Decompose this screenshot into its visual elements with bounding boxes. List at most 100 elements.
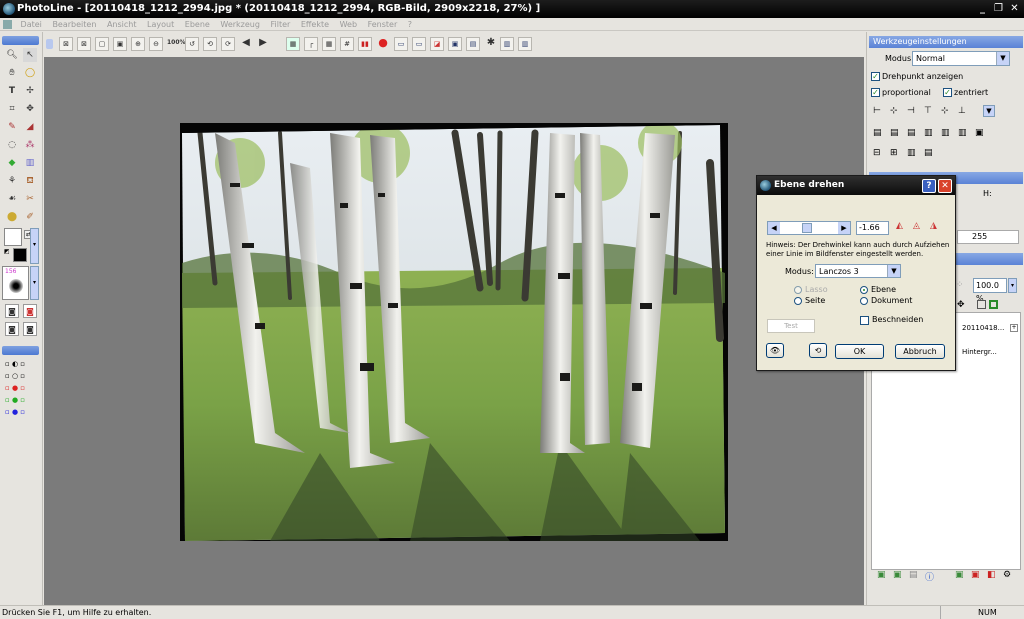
minimize-button[interactable]: _ bbox=[975, 2, 990, 16]
clone-tool-icon[interactable]: ⚘ bbox=[5, 174, 19, 188]
layer-expand-icon[interactable]: + bbox=[1010, 324, 1018, 332]
align-top-icon[interactable]: ⊤ bbox=[924, 106, 932, 116]
back-arrow-icon[interactable]: ◀ bbox=[239, 37, 253, 51]
slider-green[interactable]: ▫ ● ▫ bbox=[5, 396, 25, 404]
ebene-radio[interactable] bbox=[860, 286, 868, 294]
layer-mask-icon[interactable] bbox=[977, 300, 986, 309]
distribute-4-icon[interactable]: ▥ bbox=[924, 128, 933, 138]
menu-help[interactable]: ? bbox=[404, 18, 416, 31]
layer-info-icon[interactable]: ⓘ bbox=[925, 570, 934, 583]
slideshow-icon[interactable]: ▣ bbox=[448, 37, 462, 51]
menu-ansicht[interactable]: Ansicht bbox=[103, 18, 141, 31]
sponge-tool-icon[interactable]: ⬤ bbox=[5, 210, 19, 224]
proportional-checkbox[interactable]: ✓ bbox=[871, 88, 880, 97]
color-picker-icon[interactable]: ◆ bbox=[5, 156, 19, 170]
modus-select[interactable]: Normal ▼ bbox=[912, 51, 1010, 66]
menu-bearbeiten[interactable]: Bearbeiten bbox=[48, 18, 100, 31]
zoom-out-icon[interactable]: ⊖ bbox=[149, 37, 163, 51]
ok-button[interactable]: OK bbox=[835, 344, 884, 359]
pencil-tool-icon[interactable]: ✐ bbox=[23, 210, 37, 224]
layer-icon[interactable]: ▦ bbox=[286, 37, 300, 51]
ruler-icon[interactable]: ┌ bbox=[304, 37, 318, 51]
tools-panel-header[interactable] bbox=[2, 36, 39, 45]
interpolation-select[interactable]: Lanczos 3 ▼ bbox=[815, 264, 901, 278]
display-icon[interactable]: ▭ bbox=[412, 37, 426, 51]
align-right-icon[interactable]: ⊣ bbox=[907, 106, 915, 116]
preview-icon[interactable]: ▤ bbox=[466, 37, 480, 51]
mask-mode-icon[interactable]: ◙ bbox=[5, 304, 19, 318]
rotate-ccw-icon[interactable]: ◭ bbox=[896, 221, 903, 231]
forward-arrow-icon[interactable]: ▶ bbox=[256, 37, 270, 51]
dokument-radio[interactable] bbox=[860, 297, 868, 305]
slider-red[interactable]: ▫ ● ▫ bbox=[5, 384, 25, 392]
dialog-close-button[interactable]: ✕ bbox=[938, 179, 952, 193]
transform-tool-icon[interactable]: ✢ bbox=[23, 84, 37, 98]
seite-radio[interactable] bbox=[794, 297, 802, 305]
opacity-dropdown-icon[interactable]: ▾ bbox=[1008, 278, 1017, 293]
export-icon[interactable]: ▥ bbox=[518, 37, 532, 51]
text-tool-icon[interactable]: T bbox=[5, 84, 19, 98]
color-drops-icon[interactable]: ● bbox=[376, 37, 390, 51]
slider-row-2[interactable]: ▫ ○ ▫ bbox=[5, 372, 25, 380]
align-left-icon[interactable]: ⊢ bbox=[873, 106, 881, 116]
rotate-right-icon[interactable]: ⟳ bbox=[221, 37, 235, 51]
angle-input[interactable]: -1.66 bbox=[856, 221, 889, 235]
distribute-1-icon[interactable]: ▤ bbox=[873, 128, 882, 138]
brush-tool-icon[interactable]: ✎ bbox=[5, 120, 19, 134]
slider-blue[interactable]: ▫ ● ▫ bbox=[5, 408, 25, 416]
layer-effect-icon[interactable]: ▣ bbox=[971, 570, 980, 580]
menu-ebene[interactable]: Ebene bbox=[181, 18, 214, 31]
foreground-color-swatch[interactable] bbox=[4, 228, 22, 246]
new-layer-icon[interactable]: ▣ bbox=[877, 570, 886, 580]
background-color-swatch[interactable] bbox=[13, 248, 27, 262]
menu-datei[interactable]: Datei bbox=[17, 18, 46, 31]
help-button[interactable]: ? bbox=[922, 179, 936, 193]
rotate-free-icon[interactable]: ↺ bbox=[185, 37, 199, 51]
distribute-3-icon[interactable]: ▤ bbox=[907, 128, 916, 138]
menu-effekte[interactable]: Effekte bbox=[297, 18, 333, 31]
menu-werkzeug[interactable]: Werkzeug bbox=[216, 18, 264, 31]
slider-thumb[interactable] bbox=[802, 223, 812, 233]
fill-tool-icon[interactable]: ⛾ bbox=[23, 174, 37, 188]
preview-eye-icon[interactable]: 👁︎ bbox=[766, 343, 784, 358]
slider-left-arrow-icon[interactable]: ◀ bbox=[768, 222, 780, 234]
layer-row[interactable]: 20110418... + bbox=[960, 317, 1020, 339]
angle-slider[interactable]: ◀ ▶ bbox=[767, 221, 851, 235]
hand-tool-icon[interactable]: ✋︎ bbox=[5, 66, 19, 80]
rotate-cw-icon[interactable]: ◮ bbox=[930, 221, 937, 231]
menu-filter[interactable]: Filter bbox=[266, 18, 294, 31]
layer-frame-icon[interactable] bbox=[989, 300, 998, 309]
magic-wand-icon[interactable]: ⁂ bbox=[23, 138, 37, 152]
close-button[interactable]: ✕ bbox=[1007, 2, 1022, 16]
opacity-field[interactable]: 100.0 % bbox=[973, 278, 1007, 303]
layer-adjust-icon[interactable]: ◧ bbox=[987, 570, 996, 580]
distribute-6-icon[interactable]: ▥ bbox=[958, 128, 967, 138]
close-all-icon[interactable]: ⊠ bbox=[77, 37, 91, 51]
ellipse-tool-icon[interactable]: ◯ bbox=[23, 66, 37, 80]
opacity-dial-icon[interactable]: ⁘ bbox=[956, 280, 964, 290]
align-center-h-icon[interactable]: ⊹ bbox=[890, 106, 898, 116]
distribute-5-icon[interactable]: ▥ bbox=[941, 128, 950, 138]
menu-layout[interactable]: Layout bbox=[143, 18, 178, 31]
settings-gear-icon[interactable]: ✱ bbox=[484, 37, 498, 51]
fit-window-icon[interactable]: ▢ bbox=[95, 37, 109, 51]
space-3-icon[interactable]: ▥ bbox=[907, 148, 916, 158]
toolbar-grip[interactable] bbox=[46, 39, 53, 49]
menu-fenster[interactable]: Fenster bbox=[364, 18, 402, 31]
distribute-2-icon[interactable]: ▤ bbox=[890, 128, 899, 138]
channels-icon[interactable]: ▮▮ bbox=[358, 37, 372, 51]
fit-page-icon[interactable]: ▣ bbox=[113, 37, 127, 51]
rotate-left-icon[interactable]: ⟲ bbox=[203, 37, 217, 51]
layer-props-icon[interactable]: ▤ bbox=[909, 570, 918, 580]
space-1-icon[interactable]: ⊟ bbox=[873, 148, 881, 158]
slider-row-1[interactable]: ▫ ◐ ▫ bbox=[5, 360, 25, 368]
duplicate-layer-icon[interactable]: ▣ bbox=[893, 570, 902, 580]
reset-colors-icon[interactable]: ◩ bbox=[4, 248, 12, 256]
brush-preview[interactable]: 156 bbox=[2, 266, 29, 300]
brush-dropdown-arrow[interactable]: ▾ bbox=[30, 266, 39, 300]
menu-web[interactable]: Web bbox=[336, 18, 361, 31]
eraser-tool-icon[interactable]: ◢ bbox=[23, 120, 37, 134]
lasso-tool-icon[interactable]: ◌ bbox=[5, 138, 19, 152]
layer-settings-icon[interactable]: ⚙ bbox=[1003, 570, 1011, 580]
color-sliders[interactable]: ▫ ◐ ▫ ▫ ○ ▫ ▫ ● ▫ ▫ ● ▫ ▫ ● ▫ bbox=[3, 358, 39, 418]
